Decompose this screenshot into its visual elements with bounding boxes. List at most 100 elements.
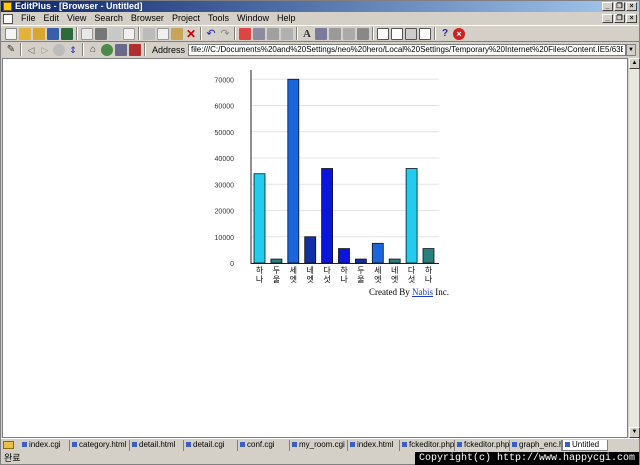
menu-help[interactable]: Help — [273, 12, 300, 25]
linenumber-icon[interactable] — [315, 27, 327, 40]
title-bar: EditPlus - [Browser - Untitled] _ ❐ × — [1, 1, 639, 12]
tile-icon[interactable] — [419, 27, 431, 40]
document-icon-2[interactable] — [123, 27, 135, 40]
address-input[interactable] — [188, 43, 627, 56]
indent-icon[interactable] — [343, 27, 355, 40]
save-all-icon[interactable] — [61, 27, 73, 40]
save-icon[interactable] — [47, 27, 59, 40]
menu-search[interactable]: Search — [90, 12, 127, 25]
html-icon[interactable] — [129, 43, 141, 56]
close-button[interactable]: × — [626, 2, 637, 11]
refresh-icon[interactable] — [53, 43, 65, 56]
pencil-icon[interactable]: ✎ — [5, 44, 17, 56]
print-preview-icon[interactable] — [81, 27, 93, 40]
split-window-icon[interactable] — [391, 27, 403, 40]
tab-graph-enc-htm[interactable]: graph_enc.htm — [510, 439, 562, 451]
tab-label: Untitled — [572, 439, 600, 449]
file-icon — [565, 441, 570, 447]
menu-edit[interactable]: Edit — [40, 12, 64, 25]
y-tick-label: 30000 — [215, 182, 235, 189]
x-tick-label: 두 — [357, 266, 364, 275]
tab-my-room-cgi[interactable]: my_room.cgi — [290, 439, 348, 451]
favorites-icon[interactable] — [115, 43, 127, 56]
forward-icon[interactable]: ▷ — [39, 44, 51, 56]
open-folder-icon[interactable] — [19, 27, 31, 40]
nabis-link[interactable]: Nabis — [412, 287, 433, 297]
cut-icon[interactable] — [143, 27, 155, 40]
bar — [405, 168, 418, 264]
tab-category-html[interactable]: category.html — [70, 439, 130, 451]
print-icon[interactable] — [95, 27, 107, 40]
menu-file[interactable]: File — [17, 12, 40, 25]
tab-detail-html[interactable]: detail.html — [130, 439, 184, 451]
undo-icon[interactable]: ↶ — [205, 28, 217, 40]
minimize-button[interactable]: _ — [602, 2, 613, 11]
cliptext-icon[interactable] — [357, 27, 369, 40]
tab-label: graph_enc.htm — [519, 439, 561, 449]
find-icon[interactable] — [239, 27, 251, 40]
browser-content: 0 10000 20000 30000 40000 50000 60000 70000 하 나 두 울… — [2, 58, 628, 438]
bar — [338, 248, 350, 264]
tab-fckeditor-php-1[interactable]: fckeditor.php — [400, 439, 455, 451]
ruler-icon[interactable] — [329, 27, 341, 40]
window-icon[interactable] — [377, 27, 389, 40]
replace-icon[interactable] — [253, 27, 265, 40]
scroll-down-icon[interactable]: ▼ — [629, 427, 640, 438]
file-icon — [186, 441, 191, 447]
open-remote-icon[interactable] — [33, 27, 45, 40]
x-tick-label: 섯 — [323, 274, 330, 284]
fullscreen-icon[interactable] — [405, 27, 417, 40]
paste-icon[interactable] — [171, 27, 183, 40]
word-wrap-icon[interactable] — [281, 27, 293, 40]
x-tick-label: 다 — [408, 266, 416, 275]
tab-untitled[interactable]: Untitled — [562, 439, 608, 451]
bar — [354, 258, 367, 264]
tab-label: conf.cgi — [247, 439, 275, 449]
delete-icon[interactable]: ✕ — [185, 28, 197, 40]
doc-close-button[interactable]: × — [626, 14, 637, 23]
doc-minimize-button[interactable]: _ — [602, 14, 613, 23]
restore-button[interactable]: ❐ — [614, 2, 625, 11]
stop-icon[interactable]: × — [453, 27, 465, 40]
new-file-icon[interactable] — [5, 27, 17, 40]
doc-restore-button[interactable]: ❐ — [614, 14, 625, 23]
folder-icon[interactable] — [3, 441, 14, 449]
menu-view[interactable]: View — [63, 12, 90, 25]
tab-fckeditor-php-2[interactable]: fckeditor.php — [455, 439, 510, 451]
font-icon[interactable]: A — [301, 28, 313, 40]
x-tick-label: 다 — [323, 266, 331, 275]
bar — [388, 258, 401, 264]
tab-conf-cgi[interactable]: conf.cgi — [238, 439, 290, 451]
globe-icon[interactable] — [101, 43, 113, 56]
address-dropdown-icon[interactable]: ▼ — [626, 43, 637, 56]
tab-index-html[interactable]: index.html — [348, 439, 400, 451]
vertical-scrollbar[interactable]: ▲ ▼ — [628, 58, 640, 438]
sync-icon[interactable]: ⇕ — [67, 44, 79, 56]
menu-tools[interactable]: Tools — [204, 12, 233, 25]
tab-label: fckeditor.php — [409, 439, 455, 449]
bar-chart: 010000200003000040000500006000070000하나두울… — [215, 70, 439, 284]
tab-detail-cgi[interactable]: detail.cgi — [184, 439, 238, 451]
editplus-window: EditPlus - [Browser - Untitled] _ ❐ × Fi… — [0, 0, 640, 465]
back-icon[interactable]: ◁ — [25, 44, 37, 56]
scroll-up-icon[interactable]: ▲ — [629, 58, 640, 69]
help-icon[interactable]: ? — [439, 28, 451, 40]
menu-browser[interactable]: Browser — [127, 12, 168, 25]
document-icon — [3, 13, 13, 24]
x-tick-label: 두 — [273, 266, 280, 275]
tab-label: index.html — [357, 439, 394, 449]
redo-icon[interactable]: ↷ — [219, 28, 231, 40]
file-icon — [350, 441, 355, 447]
file-icon — [22, 441, 27, 447]
credit-prefix: Created By — [369, 287, 412, 297]
tab-label: my_room.cgi — [299, 439, 345, 449]
home-icon[interactable]: ⌂ — [87, 44, 99, 56]
goto-icon[interactable] — [267, 27, 279, 40]
file-icon — [72, 441, 77, 447]
menu-window[interactable]: Window — [233, 12, 273, 25]
copy-icon[interactable] — [157, 27, 169, 40]
tab-label: fckeditor.php — [464, 439, 510, 449]
tab-index-cgi[interactable]: index.cgi — [20, 439, 70, 451]
spellcheck-icon[interactable] — [109, 27, 121, 40]
menu-project[interactable]: Project — [168, 12, 204, 25]
